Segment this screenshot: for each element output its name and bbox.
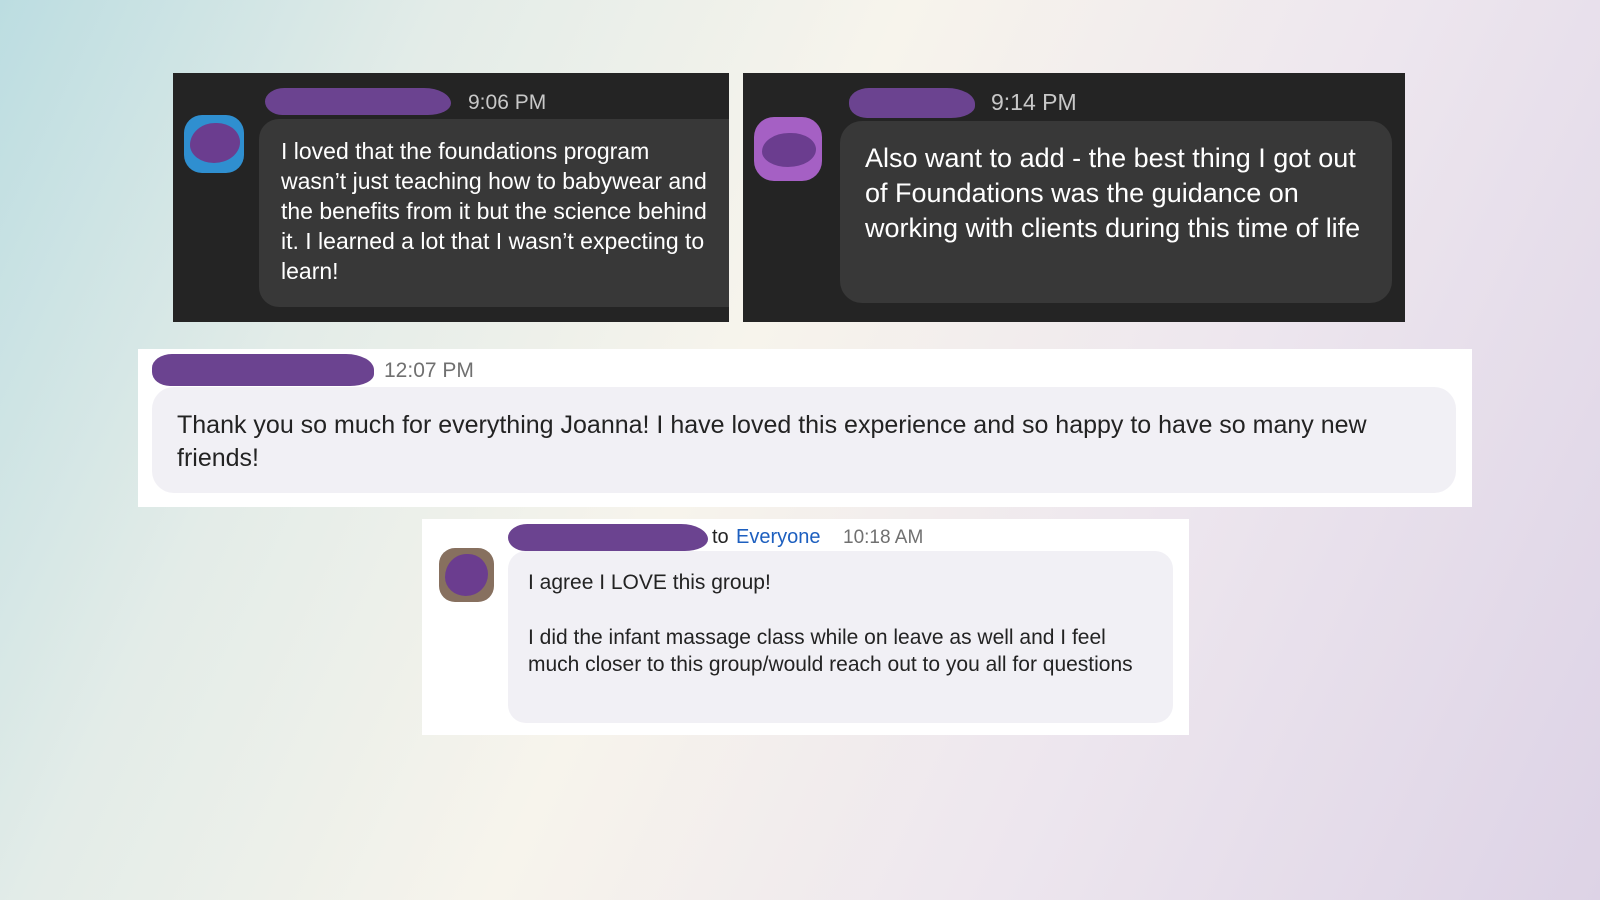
message-timestamp: 9:06 PM [468, 91, 547, 114]
message-timestamp: 12:07 PM [384, 359, 474, 382]
message-text: I loved that the foundations program was… [281, 138, 707, 284]
redacted-sender-name [849, 88, 975, 118]
message-timestamp: 9:14 PM [991, 89, 1077, 115]
message-text: Thank you so much for everything Joanna!… [177, 411, 1367, 472]
redacted-sender-name [508, 524, 708, 551]
message-bubble: Also want to add - the best thing I got … [840, 121, 1392, 303]
avatar[interactable] [184, 115, 244, 173]
chat-message-card-1: 9:06 PM I loved that the foundations pro… [173, 73, 729, 322]
to-label: to [712, 526, 729, 548]
message-bubble: Thank you so much for everything Joanna!… [152, 387, 1456, 493]
recipient-link[interactable]: Everyone [736, 526, 821, 549]
message-text-line-2: I did the infant massage class while on … [528, 626, 1133, 676]
avatar[interactable] [754, 117, 822, 181]
message-text-line-1: I agree I LOVE this group! [528, 571, 771, 594]
redacted-sender-name [265, 88, 451, 115]
redacted-sender-name [152, 354, 374, 386]
message-text: Also want to add - the best thing I got … [865, 143, 1361, 243]
message-bubble: I agree I LOVE this group! I did the inf… [508, 551, 1173, 723]
message-bubble: I loved that the foundations program was… [259, 119, 729, 307]
avatar[interactable] [439, 548, 494, 602]
chat-message-card-3: 12:07 PM Thank you so much for everythin… [138, 349, 1472, 507]
chat-message-card-2: 9:14 PM Also want to add - the best thin… [743, 73, 1405, 322]
chat-message-card-4: to Everyone 10:18 AM I agree I LOVE this… [422, 519, 1189, 735]
message-timestamp: 10:18 AM [843, 527, 924, 548]
